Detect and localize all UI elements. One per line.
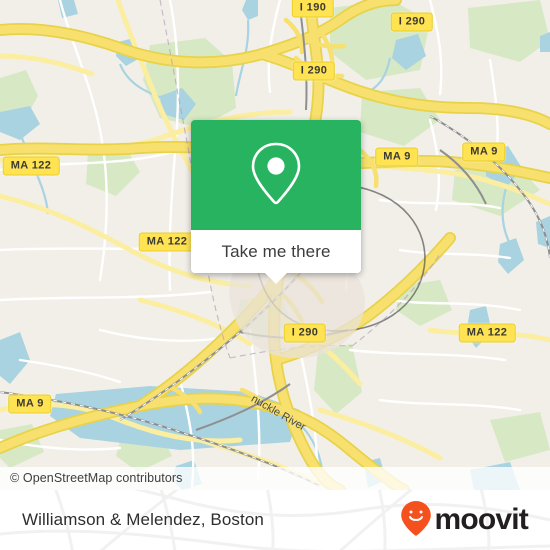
road-shield: MA 9 bbox=[8, 394, 52, 414]
moovit-map-screen: I 190 I 290 I 290 MA 122 MA 9 MA 9 MA 12… bbox=[0, 0, 550, 550]
road-shield: I 290 bbox=[292, 61, 336, 81]
moovit-wordmark: moovit bbox=[434, 503, 528, 536]
road-shield: MA 122 bbox=[458, 323, 516, 343]
map-canvas[interactable]: I 190 I 290 I 290 MA 122 MA 9 MA 9 MA 12… bbox=[0, 0, 550, 490]
popup-pointer bbox=[265, 273, 287, 284]
moovit-logo[interactable]: moovit bbox=[400, 500, 529, 541]
road-shield: MA 122 bbox=[138, 232, 196, 252]
road-shield: MA 9 bbox=[375, 147, 419, 167]
road-shield: I 290 bbox=[283, 323, 327, 343]
map-pin-icon bbox=[249, 140, 303, 211]
road-shield: I 290 bbox=[390, 12, 434, 32]
place-title: Williamson & Melendez, Boston bbox=[22, 510, 264, 529]
road-shield: I 190 bbox=[291, 0, 335, 18]
footer-bar: Williamson & Melendez, Boston moovit bbox=[0, 490, 550, 550]
take-me-there-popup[interactable]: Take me there bbox=[191, 120, 361, 284]
popup-icon-panel bbox=[191, 120, 361, 230]
road-shield: MA 9 bbox=[462, 142, 506, 162]
take-me-there-label[interactable]: Take me there bbox=[191, 230, 361, 273]
moovit-pin-smiley-icon bbox=[400, 500, 432, 541]
map-attribution[interactable]: © OpenStreetMap contributors bbox=[0, 467, 550, 490]
road-shield: MA 122 bbox=[2, 156, 60, 176]
